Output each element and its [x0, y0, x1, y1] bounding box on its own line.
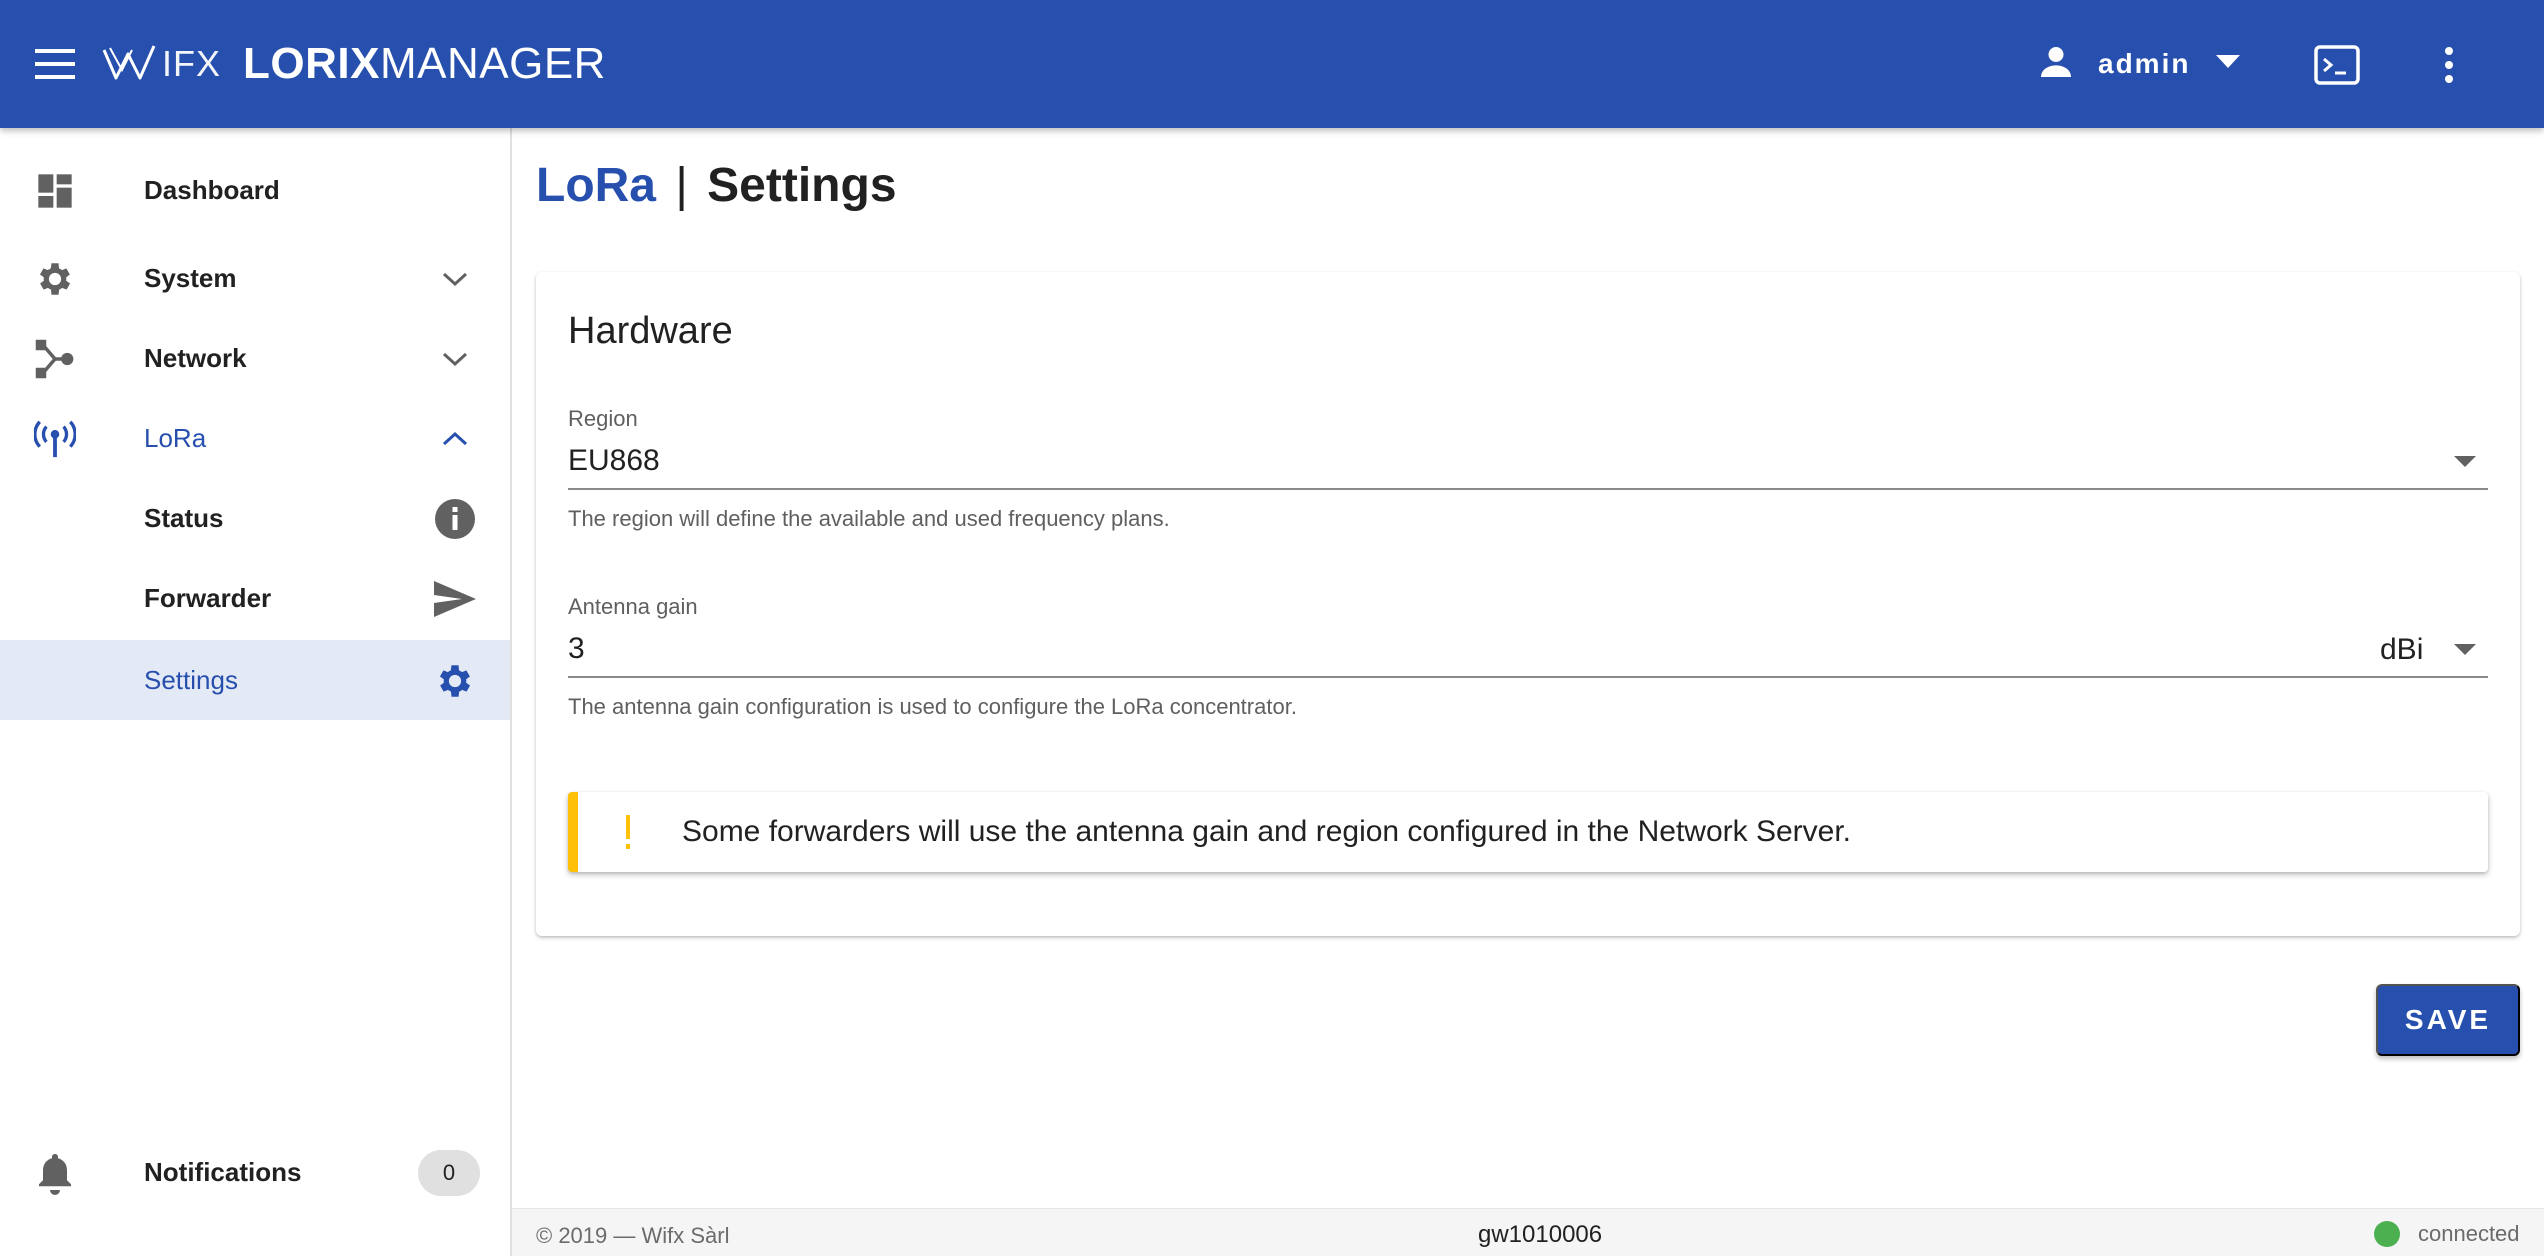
- sidebar-item-system[interactable]: System: [0, 238, 510, 318]
- brand-logo[interactable]: IFX LORIX MANAGER: [102, 30, 606, 98]
- status-footer: © 2019 — Wifx Sàrl gw1010006 connected: [512, 1208, 2544, 1256]
- copyright: © 2019 — Wifx Sàrl: [536, 1223, 730, 1248]
- network-icon: [34, 338, 76, 380]
- sidebar-item-lora[interactable]: LoRa: [0, 398, 510, 478]
- chevron-down-icon: [432, 256, 478, 302]
- region-field: Region EU868 The region will define the …: [568, 406, 2488, 532]
- sidebar-item-status[interactable]: Status: [0, 478, 510, 558]
- app-bar: IFX LORIX MANAGER admin: [0, 0, 2544, 128]
- connection-status-text: connected: [2418, 1221, 2520, 1246]
- unit-value: dBi: [2380, 633, 2424, 666]
- sidebar-item-label: Notifications: [144, 1156, 302, 1187]
- exclamation-icon: [618, 812, 638, 852]
- dropdown-arrow-icon: [2450, 452, 2480, 472]
- alert-text: Some forwarders will use the antenna gai…: [682, 815, 1851, 848]
- antenna-gain-input[interactable]: 3 dBi: [568, 622, 2488, 678]
- sidebar-item-label: LoRa: [144, 422, 207, 453]
- region-label: Region: [568, 406, 638, 431]
- bell-icon: [34, 1152, 76, 1196]
- connection-status: connected: [2374, 1221, 2520, 1247]
- antenna-gain-hint: The antenna gain configuration is used t…: [568, 694, 1297, 719]
- gear-icon: [34, 258, 76, 300]
- more-vert-icon[interactable]: [2418, 34, 2480, 96]
- sidebar-item-forwarder[interactable]: Forwarder: [0, 558, 510, 638]
- terminal-icon[interactable]: [2306, 34, 2368, 96]
- sidebar: Dashboard System Network LoRa Status For…: [0, 128, 512, 1256]
- sidebar-item-label: System: [144, 262, 237, 293]
- sidebar-item-label: Dashboard: [144, 174, 280, 205]
- sidebar-item-settings[interactable]: Settings: [0, 640, 510, 720]
- gear-icon: [432, 658, 478, 704]
- sidebar-item-network[interactable]: Network: [0, 318, 510, 398]
- user-name: admin: [2098, 48, 2191, 79]
- sidebar-item-label: Forwarder: [144, 582, 272, 613]
- gateway-hostname: gw1010006: [1478, 1221, 1603, 1248]
- antenna-icon: [34, 418, 76, 460]
- chevron-down-icon: [432, 336, 478, 382]
- chevron-up-icon: [432, 416, 478, 462]
- save-button[interactable]: SAVE: [2376, 984, 2520, 1056]
- menu-icon[interactable]: [26, 36, 84, 92]
- sidebar-item-notifications[interactable]: Notifications 0: [0, 1132, 510, 1212]
- page-title-text: Settings: [707, 159, 897, 212]
- region-value: EU868: [568, 444, 660, 477]
- status-dot-icon: [2374, 1221, 2400, 1247]
- sidebar-item-label: Settings: [144, 664, 238, 695]
- region-select[interactable]: EU868: [568, 434, 2488, 490]
- page-title: LoRa | Settings: [536, 158, 897, 213]
- antenna-gain-label: Antenna gain: [568, 594, 698, 619]
- antenna-gain-field: Antenna gain 3 dBi The antenna gain conf…: [568, 594, 2488, 720]
- region-hint: The region will define the available and…: [568, 506, 1170, 531]
- info-icon: [432, 496, 478, 542]
- send-icon: [432, 576, 478, 622]
- user-menu[interactable]: admin: [2036, 34, 2241, 94]
- antenna-gain-unit-select[interactable]: dBi: [2378, 622, 2488, 678]
- account-icon: [2036, 42, 2076, 87]
- breadcrumb[interactable]: LoRa: [536, 159, 656, 212]
- sidebar-item-label: Status: [144, 502, 224, 533]
- wifx-logo-icon: [102, 44, 156, 84]
- sidebar-item-dashboard[interactable]: Dashboard: [0, 150, 510, 230]
- brand-wifx: IFX: [162, 43, 222, 84]
- warning-alert: Some forwarders will use the antenna gai…: [568, 792, 2488, 872]
- card-title: Hardware: [568, 310, 733, 352]
- dashboard-icon: [34, 170, 76, 212]
- breadcrumb-separator: |: [675, 159, 688, 212]
- brand-manager: MANAGER: [379, 39, 606, 88]
- dropdown-arrow-icon: [2450, 640, 2480, 660]
- hardware-card: Hardware Region EU868 The region will de…: [536, 272, 2520, 936]
- notification-count-badge: 0: [418, 1150, 480, 1196]
- brand-lorix: LORIX: [243, 39, 380, 88]
- antenna-gain-value: 3: [568, 632, 585, 665]
- sidebar-item-label: Network: [144, 342, 247, 373]
- caret-down-icon: [2216, 54, 2241, 74]
